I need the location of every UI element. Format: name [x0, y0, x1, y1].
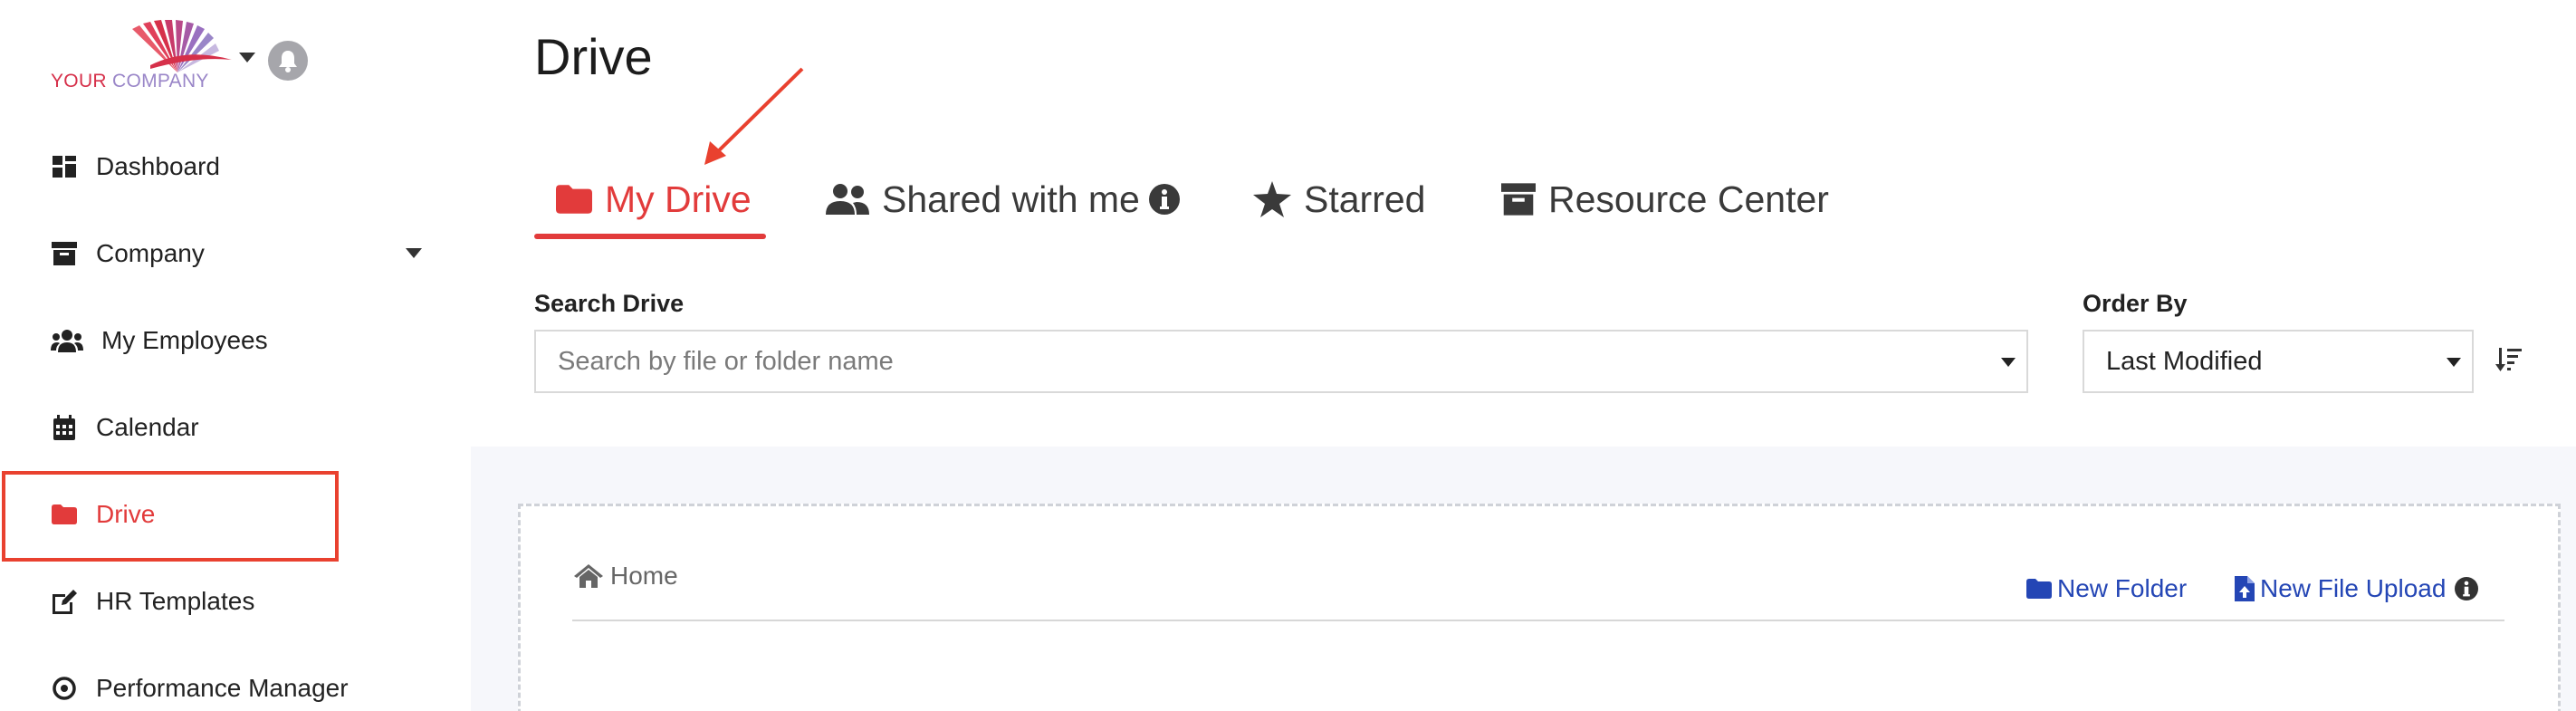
page-title: Drive	[534, 28, 653, 85]
sidebar: YOUR COMPANY Dashboard Company My Employ…	[0, 0, 471, 711]
sidebar-item-my-employees[interactable]: My Employees	[0, 297, 471, 384]
breadcrumb-divider	[572, 620, 2504, 621]
order-chevron-down-icon	[2447, 358, 2461, 367]
sidebar-item-label: HR Templates	[96, 587, 255, 615]
sidebar-item-performance-manager[interactable]: Performance Manager	[0, 645, 471, 711]
archive-icon	[1501, 183, 1536, 216]
sidebar-item-label: Dashboard	[96, 152, 220, 180]
users-icon	[51, 327, 83, 354]
breadcrumb-home[interactable]: Home	[610, 562, 678, 591]
search-drive-label: Search Drive	[534, 290, 685, 317]
file-upload-icon	[2235, 576, 2255, 601]
target-icon	[51, 675, 78, 702]
file-drop-zone[interactable]	[518, 504, 2561, 711]
archive-icon	[51, 240, 78, 267]
logo-word-your: YOUR	[51, 71, 107, 91]
tab-shared-with-me[interactable]: Shared with me	[826, 163, 1180, 235]
sidebar-item-calendar[interactable]: Calendar	[0, 384, 471, 471]
notifications-bell-icon[interactable]	[268, 41, 308, 81]
drive-highlight-box	[2, 471, 339, 562]
chevron-down-icon[interactable]	[406, 248, 422, 258]
search-chevron-down-icon[interactable]	[2001, 358, 2016, 367]
sidebar-item-company[interactable]: Company	[0, 210, 471, 297]
order-by-value: Last Modified	[2106, 346, 2263, 376]
active-tab-indicator	[534, 234, 766, 239]
sidebar-item-hr-templates[interactable]: HR Templates	[0, 558, 471, 645]
home-icon	[574, 564, 603, 588]
sidebar-item-label: Company	[96, 239, 205, 267]
info-icon[interactable]	[1148, 184, 1180, 215]
info-icon[interactable]	[2455, 577, 2479, 601]
tab-label: My Drive	[605, 178, 752, 220]
sort-descending-icon[interactable]	[2495, 346, 2523, 373]
new-folder-button[interactable]: New Folder	[2026, 574, 2187, 603]
sidebar-item-label: Calendar	[96, 413, 199, 441]
edit-icon	[51, 588, 78, 615]
grid-icon	[51, 153, 78, 180]
star-icon	[1253, 181, 1291, 217]
search-field	[534, 330, 2028, 393]
account-menu-chevron-down-icon[interactable]	[239, 53, 255, 62]
tab-my-drive[interactable]: My Drive	[556, 163, 752, 235]
tab-label: Shared with me	[882, 178, 1140, 220]
sidebar-item-dashboard[interactable]: Dashboard	[0, 123, 471, 210]
order-by-select[interactable]: Last Modified	[2083, 330, 2474, 393]
new-file-upload-label: New File Upload	[2260, 574, 2447, 602]
search-input[interactable]	[536, 331, 2026, 391]
logo-wordmark: YOUR COMPANY	[51, 71, 209, 92]
logo-fan-icon	[132, 20, 232, 72]
logo-word-company: COMPANY	[112, 71, 209, 91]
sidebar-item-label: My Employees	[101, 326, 268, 354]
folder-icon	[2026, 579, 2052, 599]
calendar-icon	[51, 414, 78, 441]
tab-starred[interactable]: Starred	[1253, 163, 1425, 235]
annotation-arrow-icon	[704, 67, 804, 165]
company-logo[interactable]: YOUR COMPANY	[51, 20, 232, 98]
sidebar-item-label: Performance Manager	[96, 674, 349, 702]
users-icon	[826, 184, 869, 215]
tab-label: Resource Center	[1548, 178, 1829, 220]
new-folder-label: New Folder	[2057, 574, 2188, 602]
folder-icon	[556, 185, 592, 214]
tab-resource-center[interactable]: Resource Center	[1501, 163, 1829, 235]
tab-label: Starred	[1304, 178, 1426, 220]
breadcrumb[interactable]: Home	[574, 562, 678, 591]
new-file-upload-button[interactable]: New File Upload	[2235, 574, 2479, 603]
order-by-label: Order By	[2083, 290, 2188, 317]
